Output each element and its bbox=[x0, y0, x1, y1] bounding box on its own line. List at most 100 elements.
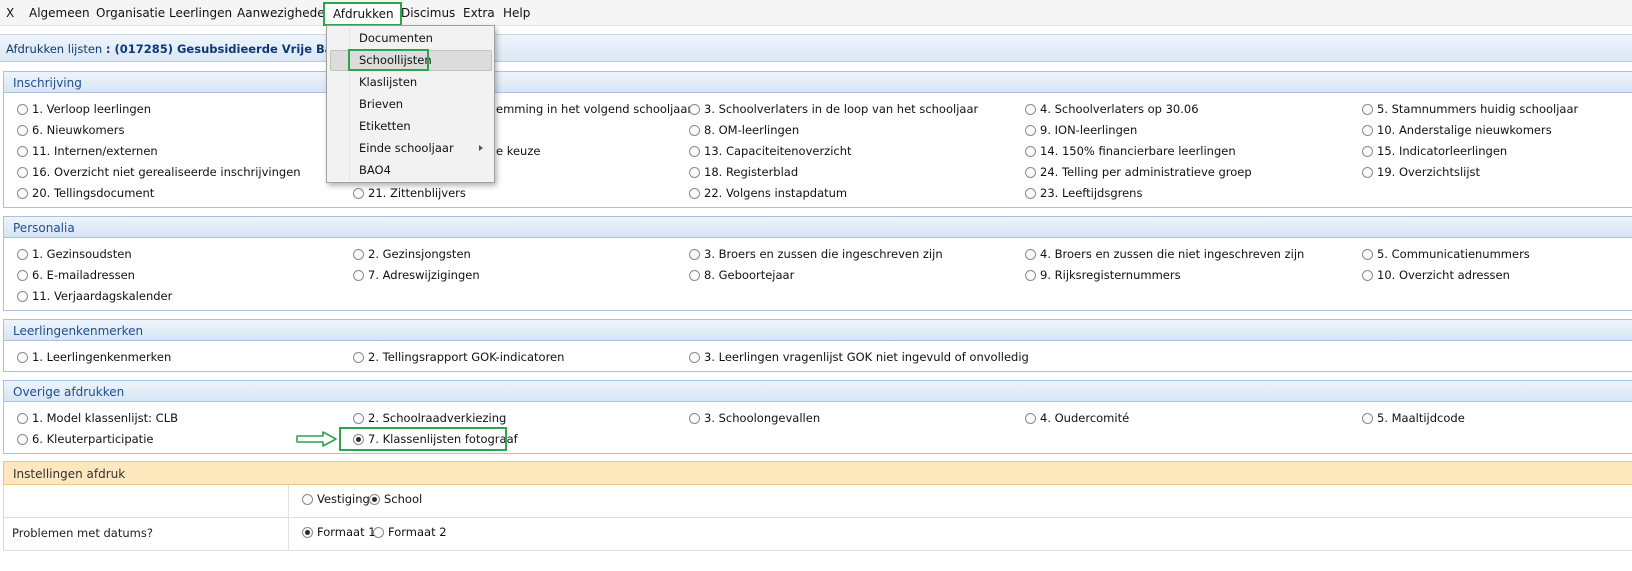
menu-leerlingen[interactable]: Leerlingen bbox=[169, 6, 232, 20]
menu-item-etiketten[interactable]: Etiketten bbox=[330, 116, 492, 137]
option-oudercomite[interactable]: 4. Oudercomité bbox=[1025, 410, 1129, 426]
option-tellingsrapport-gok[interactable]: 2. Tellingsrapport GOK-indicatoren bbox=[353, 349, 564, 365]
menu-discimus[interactable]: Discimus bbox=[401, 6, 455, 20]
menu-item-klaslijsten[interactable]: Klaslijsten bbox=[330, 72, 492, 93]
option-adreswijzigingen[interactable]: 7. Adreswijzigingen bbox=[353, 267, 480, 283]
radio-button[interactable] bbox=[353, 269, 364, 281]
option-anderstalige-nieuwkomers[interactable]: 10. Anderstalige nieuwkomers bbox=[1362, 122, 1552, 138]
menu-item-documenten[interactable]: Documenten bbox=[330, 28, 492, 49]
radio-button[interactable] bbox=[353, 248, 364, 260]
radio-button[interactable] bbox=[689, 187, 700, 199]
option-niet-gerealiseerde-inschrijvingen[interactable]: 16. Overzicht niet gerealiseerde inschri… bbox=[17, 164, 301, 180]
option-geboortejaar[interactable]: 8. Geboortejaar bbox=[689, 267, 794, 283]
option-schoolraadverkiezing[interactable]: 2. Schoolraadverkiezing bbox=[353, 410, 506, 426]
option-leerlingenkenmerken[interactable]: 1. Leerlingenkenmerken bbox=[17, 349, 171, 365]
option-volgens-instapdatum[interactable]: 22. Volgens instapdatum bbox=[689, 185, 847, 201]
option-school[interactable]: School bbox=[369, 491, 422, 507]
radio-button[interactable] bbox=[1025, 269, 1036, 281]
option-e-mailadressen[interactable]: 6. E-mailadressen bbox=[17, 267, 135, 283]
radio-button[interactable] bbox=[302, 493, 313, 505]
radio-button[interactable] bbox=[17, 187, 28, 199]
option-capaciteitenoverzicht[interactable]: 13. Capaciteitenoverzicht bbox=[689, 143, 852, 159]
option-150-financierbare[interactable]: 14. 150% financierbare leerlingen bbox=[1025, 143, 1236, 159]
option-vragenlijst-gok[interactable]: 3. Leerlingen vragenlijst GOK niet ingev… bbox=[689, 349, 1029, 365]
option-schoolverlaters-loop-schooljaar[interactable]: 3. Schoolverlaters in de loop van het sc… bbox=[689, 101, 978, 117]
menu-algemeen[interactable]: Algemeen bbox=[29, 6, 90, 20]
menu-aanwezigheden[interactable]: Aanwezigheden bbox=[237, 6, 332, 20]
section-header-overige-afdrukken[interactable]: Overige afdrukken bbox=[3, 380, 1632, 402]
option-leeftijdsgrens[interactable]: 23. Leeftijdsgrens bbox=[1025, 185, 1142, 201]
option-schoolverlaters-30-06[interactable]: 4. Schoolverlaters op 30.06 bbox=[1025, 101, 1199, 117]
option-vestiging[interactable]: Vestiging bbox=[302, 491, 370, 507]
radio-button[interactable] bbox=[1025, 248, 1036, 260]
radio-button[interactable] bbox=[689, 248, 700, 260]
radio-button[interactable] bbox=[689, 351, 700, 363]
radio-button[interactable] bbox=[689, 412, 700, 424]
radio-button[interactable] bbox=[17, 124, 28, 136]
option-model-klassenlijst-clb[interactable]: 1. Model klassenlijst: CLB bbox=[17, 410, 178, 426]
section-header-personalia[interactable]: Personalia bbox=[3, 216, 1632, 238]
menu-organisatie[interactable]: Organisatie bbox=[96, 6, 165, 20]
option-gezinsoudsten[interactable]: 1. Gezinsoudsten bbox=[17, 246, 132, 262]
radio-button[interactable] bbox=[17, 412, 28, 424]
radio-button[interactable] bbox=[1025, 145, 1036, 157]
option-overzichtslijst[interactable]: 19. Overzichtslijst bbox=[1362, 164, 1480, 180]
radio-button[interactable] bbox=[373, 526, 384, 538]
option-zittenblijvers[interactable]: 21. Zittenblijvers bbox=[353, 185, 466, 201]
radio-button[interactable] bbox=[17, 351, 28, 363]
option-verloop-leerlingen[interactable]: 1. Verloop leerlingen bbox=[17, 101, 151, 117]
radio-button[interactable] bbox=[689, 145, 700, 157]
option-indicatorleerlingen[interactable]: 15. Indicatorleerlingen bbox=[1362, 143, 1507, 159]
menu-afdrukken[interactable]: Afdrukken bbox=[323, 2, 402, 26]
option-formaat-1[interactable]: Formaat 1 bbox=[302, 524, 376, 540]
option-telling-administratieve-groep[interactable]: 24. Telling per administratieve groep bbox=[1025, 164, 1252, 180]
radio-button[interactable] bbox=[1025, 187, 1036, 199]
option-overzicht-adressen[interactable]: 10. Overzicht adressen bbox=[1362, 267, 1510, 283]
option-rijksregisternummers[interactable]: 9. Rijksregisternummers bbox=[1025, 267, 1181, 283]
radio-button[interactable] bbox=[1025, 124, 1036, 136]
option-broers-zussen-niet-ingeschreven[interactable]: 4. Broers en zussen die niet ingeschreve… bbox=[1025, 246, 1304, 262]
radio-button[interactable] bbox=[1362, 124, 1373, 136]
radio-button[interactable] bbox=[1362, 248, 1373, 260]
radio-button[interactable] bbox=[17, 433, 28, 445]
radio-button[interactable] bbox=[1025, 412, 1036, 424]
option-gezinsjongsten[interactable]: 2. Gezinsjongsten bbox=[353, 246, 471, 262]
option-stamnummers[interactable]: 5. Stamnummers huidig schooljaar bbox=[1362, 101, 1578, 117]
menu-extra[interactable]: Extra bbox=[463, 6, 495, 20]
option-registerblad[interactable]: 18. Registerblad bbox=[689, 164, 798, 180]
option-tellingsdocument[interactable]: 20. Tellingsdocument bbox=[17, 185, 154, 201]
option-verjaardagskalender[interactable]: 11. Verjaardagskalender bbox=[17, 288, 172, 304]
radio-button[interactable] bbox=[353, 412, 364, 424]
section-header-inschrijving[interactable]: Inschrijving bbox=[3, 71, 1632, 93]
option-maaltijdcode[interactable]: 5. Maaltijdcode bbox=[1362, 410, 1465, 426]
option-om-leerlingen[interactable]: 8. OM-leerlingen bbox=[689, 122, 799, 138]
menu-close[interactable]: X bbox=[6, 6, 14, 20]
menu-item-bao4[interactable]: BAO4 bbox=[330, 160, 492, 181]
radio-button[interactable] bbox=[689, 269, 700, 281]
menu-help[interactable]: Help bbox=[503, 6, 530, 20]
option-schoolongevallen[interactable]: 3. Schoolongevallen bbox=[689, 410, 820, 426]
radio-button[interactable] bbox=[1362, 103, 1373, 115]
radio-button[interactable] bbox=[17, 166, 28, 178]
option-keuze[interactable]: e keuze bbox=[496, 143, 540, 159]
radio-button[interactable] bbox=[17, 269, 28, 281]
radio-button[interactable] bbox=[353, 351, 364, 363]
radio-button[interactable] bbox=[1362, 269, 1373, 281]
radio-button[interactable] bbox=[17, 145, 28, 157]
radio-button[interactable] bbox=[1025, 166, 1036, 178]
menu-item-brieven[interactable]: Brieven bbox=[330, 94, 492, 115]
radio-button[interactable] bbox=[17, 290, 28, 302]
radio-button[interactable] bbox=[689, 166, 700, 178]
menu-item-einde-schooljaar[interactable]: Einde schooljaar bbox=[330, 138, 492, 159]
radio-button[interactable] bbox=[1362, 166, 1373, 178]
radio-button[interactable] bbox=[689, 124, 700, 136]
radio-button-selected[interactable] bbox=[302, 526, 313, 538]
option-nieuwkomers[interactable]: 6. Nieuwkomers bbox=[17, 122, 124, 138]
option-formaat-2[interactable]: Formaat 2 bbox=[373, 524, 447, 540]
option-broers-zussen-ingeschreven[interactable]: 3. Broers en zussen die ingeschreven zij… bbox=[689, 246, 943, 262]
option-ion-leerlingen[interactable]: 9. ION-leerlingen bbox=[1025, 122, 1137, 138]
option-stemming-volgend-schooljaar[interactable]: emming in het volgend schooljaar bbox=[496, 101, 692, 117]
radio-button[interactable] bbox=[689, 103, 700, 115]
section-header-leerlingenkenmerken[interactable]: Leerlingenkenmerken bbox=[3, 319, 1632, 341]
option-internen-externen[interactable]: 11. Internen/externen bbox=[17, 143, 158, 159]
